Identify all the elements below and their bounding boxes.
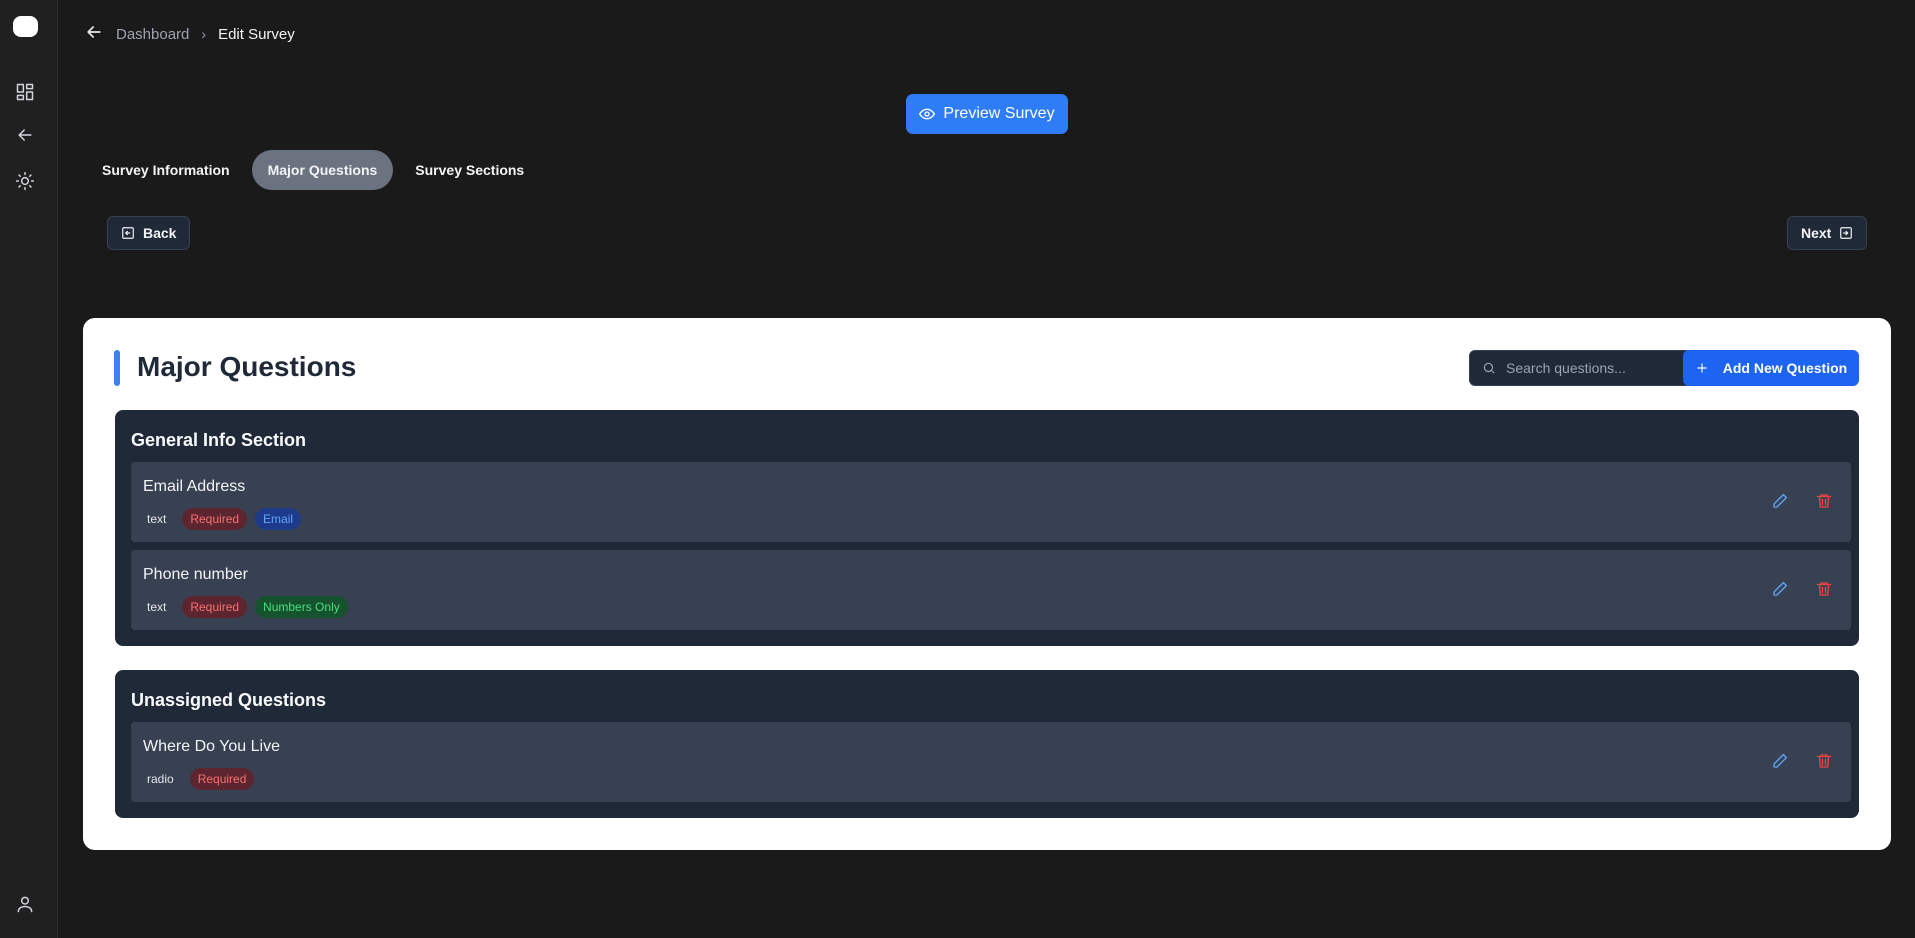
title-accent-bar [114,350,120,386]
user-icon[interactable] [13,892,37,916]
question-title: Email Address [143,478,246,495]
question-title: Phone number [143,566,248,583]
sun-icon[interactable] [13,169,37,193]
breadcrumb: Dashboard › Edit Survey [84,22,295,46]
question-row[interactable]: Where Do You Live radio Required [131,722,1851,802]
next-button[interactable]: Next [1787,216,1868,250]
eye-icon [919,108,936,120]
question-actions [1771,492,1833,515]
question-tags: text Required Numbers Only [139,596,348,618]
question-actions [1771,752,1833,775]
sidebar [0,0,58,938]
section-title: General Info Section [131,430,307,450]
delete-icon[interactable] [1815,492,1833,515]
major-questions-card: Major Questions Add New Question General… [83,318,1891,850]
type-tag: text [147,512,167,526]
edit-icon[interactable] [1771,752,1789,775]
add-new-question-label: Add New Question [1722,360,1848,376]
tab-survey-sections[interactable]: Survey Sections [399,150,540,190]
arrow-left-icon[interactable] [13,123,37,147]
question-tags: radio Required [139,768,255,790]
required-tag: Required [182,508,248,530]
search-icon [1483,362,1495,374]
back-button[interactable]: Back [107,216,191,250]
tabs: Survey Information Major Questions Surve… [86,150,540,190]
breadcrumb-separator: › [201,26,207,42]
next-label: Next [1801,225,1832,241]
type-tag: text [147,600,167,614]
section-title: Unassigned Questions [131,690,327,710]
edit-icon[interactable] [1771,580,1789,603]
required-tag: Required [189,768,255,790]
breadcrumb-dashboard-link[interactable]: Dashboard [116,26,189,43]
app-logo[interactable] [13,16,38,37]
edit-icon[interactable] [1771,492,1789,515]
delete-icon[interactable] [1815,580,1833,603]
add-new-question-button[interactable]: Add New Question [1683,350,1859,386]
back-icon [122,227,134,239]
search-input[interactable] [1506,360,1706,376]
type-tag: radio [147,772,174,786]
breadcrumb-current: Edit Survey [218,25,295,43]
question-actions [1771,580,1833,603]
plus-icon [1697,363,1707,373]
back-arrow-icon[interactable] [84,22,104,46]
back-label: Back [143,225,177,241]
question-row[interactable]: Phone number text Required Numbers Only [131,550,1851,630]
section-unassigned: Unassigned Questions Where Do You Live r… [115,670,1859,818]
section-general-info: General Info Section Email Address text … [115,410,1859,646]
preview-survey-button[interactable]: Preview Survey [906,94,1068,134]
question-title: Where Do You Live [143,738,280,755]
tab-major-questions[interactable]: Major Questions [251,150,394,190]
delete-icon[interactable] [1815,752,1833,775]
dashboard-icon[interactable] [13,80,37,104]
next-icon [1840,227,1853,239]
question-tags: text Required Email [139,508,302,530]
card-title: Major Questions [137,351,357,382]
tab-survey-information[interactable]: Survey Information [86,150,246,190]
validation-tag: Email [255,508,302,530]
required-tag: Required [182,596,248,618]
preview-survey-label: Preview Survey [943,105,1055,122]
question-row[interactable]: Email Address text Required Email [131,462,1851,542]
validation-tag: Numbers Only [255,596,348,618]
main-content: Dashboard › Edit Survey Preview Survey S… [58,0,1915,938]
